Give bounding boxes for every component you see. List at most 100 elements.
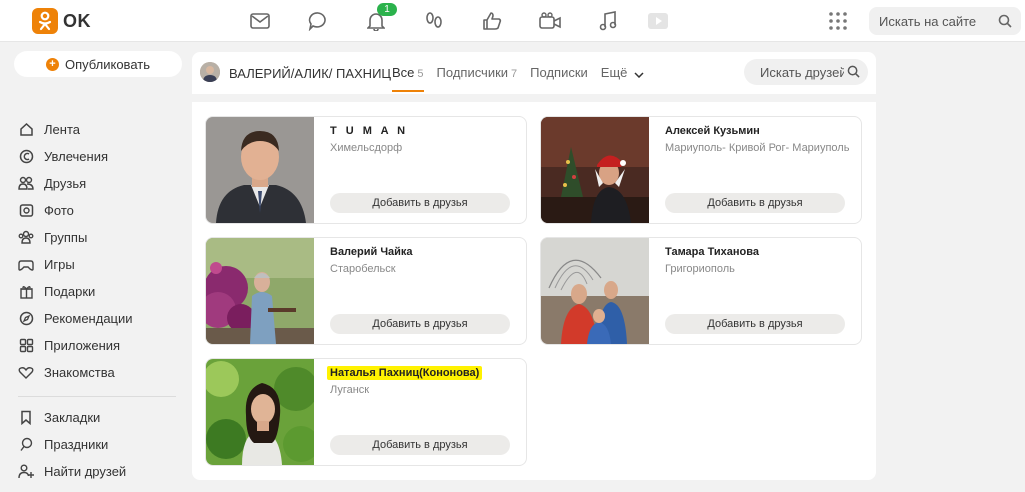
compass-icon <box>18 311 34 327</box>
sidebar-item-label: Подарки <box>44 284 96 299</box>
sidebar-item-groups[interactable]: Группы <box>18 224 188 251</box>
friend-photo[interactable] <box>206 359 314 465</box>
sidebar-item-label: Праздники <box>44 437 109 452</box>
friend-name[interactable]: Алексей Кузьмин <box>665 125 760 137</box>
mail-icon[interactable] <box>246 8 273 34</box>
groups-icon <box>18 230 34 246</box>
home-icon <box>18 122 34 138</box>
apps-grid-icon[interactable] <box>828 11 848 31</box>
sidebar-item-label: Лента <box>44 122 80 137</box>
sidebar-item-photo[interactable]: Фото <box>18 197 188 224</box>
site-search-input[interactable] <box>869 7 989 35</box>
sidebar-item-holidays[interactable]: Праздники <box>18 431 188 458</box>
bell-icon[interactable]: 1 <box>362 3 397 34</box>
sidebar-item-label: Игры <box>44 257 75 272</box>
bookmark-icon <box>18 410 34 426</box>
friends-tabs: Все 5 Подписчики 7 Подписки Ещё <box>392 65 657 92</box>
tab-label: Подписчики <box>436 65 509 80</box>
notification-badge: 1 <box>377 3 397 16</box>
sidebar-item-dating[interactable]: Знакомства <box>18 359 188 386</box>
friend-city: Луганск <box>330 384 370 396</box>
sidebar-item-hobbies[interactable]: Увлечения <box>18 143 188 170</box>
tab-label: Ещё <box>600 65 628 80</box>
music-icon[interactable] <box>594 8 621 34</box>
publish-label: Опубликовать <box>64 56 150 72</box>
friends-grid: T U M A N Химельсдорф Добавить в друзья … <box>192 102 876 480</box>
tab-subscribers[interactable]: Подписчики 7 <box>437 65 518 92</box>
friends-search <box>744 59 868 85</box>
friend-photo[interactable] <box>541 117 649 223</box>
logo-text: OK <box>63 10 91 31</box>
friend-city: Григориополь <box>665 263 735 275</box>
sidebar-item-recommendations[interactable]: Рекомендации <box>18 305 188 332</box>
friend-city: Мариуполь- Кривой Рог- Мариуполь <box>665 142 850 154</box>
friend-city: Старобельск <box>330 263 396 275</box>
sidebar-item-games[interactable]: Игры <box>18 251 188 278</box>
friend-city: Химельсдорф <box>330 142 403 154</box>
add-friend-button[interactable]: Добавить в друзья <box>330 193 510 213</box>
tab-count: 5 <box>417 68 424 80</box>
tab-subscriptions[interactable]: Подписки <box>530 65 588 92</box>
video-icon[interactable] <box>644 8 671 34</box>
sidebar-item-label: Закладки <box>44 410 101 425</box>
sidebar-item-label: Рекомендации <box>44 311 133 326</box>
balloon-icon <box>18 437 34 453</box>
search-icon[interactable] <box>998 14 1012 33</box>
top-nav: 1 <box>246 3 702 34</box>
friends-icon <box>18 176 34 192</box>
hobby-icon <box>18 149 34 165</box>
friend-name[interactable]: T U M A N <box>330 125 408 137</box>
footprints-icon[interactable] <box>420 8 447 34</box>
ok-logo-icon <box>32 8 58 34</box>
friends-search-input[interactable] <box>744 59 844 85</box>
friend-card: Тамара Тиханова Григориополь Добавить в … <box>540 237 862 345</box>
friend-photo[interactable] <box>206 117 314 223</box>
profile-header: ВАЛЕРИЙ/АЛИК/ ПАХНИЦ Все 5 Подписчики 7 По… <box>192 52 876 94</box>
tab-more[interactable]: Ещё <box>601 65 644 92</box>
add-friend-button[interactable]: Добавить в друзья <box>665 314 845 334</box>
sidebar-item-label: Найти друзей <box>44 464 127 479</box>
photo-icon <box>18 203 34 219</box>
friend-name[interactable]: Тамара Тиханова <box>665 246 759 258</box>
sidebar-item-friends[interactable]: Друзья <box>18 170 188 197</box>
add-friend-button[interactable]: Добавить в друзья <box>330 435 510 455</box>
profile-name[interactable]: ВАЛЕРИЙ/АЛИК/ ПАХНИЦ <box>229 66 391 81</box>
publish-button[interactable]: + Опубликовать <box>14 51 182 77</box>
site-search <box>869 7 1021 35</box>
camera-icon[interactable] <box>536 8 563 34</box>
chevron-down-icon <box>634 66 644 81</box>
logo[interactable]: OK <box>32 8 91 34</box>
sidebar-divider <box>18 396 176 397</box>
friend-card: Алексей Кузьмин Мариуполь- Кривой Рог- М… <box>540 116 862 224</box>
sidebar-item-feed[interactable]: Лента <box>18 116 188 143</box>
friend-card: Валерий Чайка Старобельск Добавить в дру… <box>205 237 527 345</box>
sidebar-item-find-friends[interactable]: Найти друзей <box>18 458 188 485</box>
friend-photo[interactable] <box>206 238 314 344</box>
top-bar: OK 1 <box>0 0 1025 42</box>
sidebar-item-label: Увлечения <box>44 149 109 164</box>
like-icon[interactable] <box>478 8 505 34</box>
add-friend-button[interactable]: Добавить в друзья <box>665 193 845 213</box>
add-friend-button[interactable]: Добавить в друзья <box>330 314 510 334</box>
friend-name[interactable]: Валерий Чайка <box>330 246 413 258</box>
sidebar-item-bookmarks[interactable]: Закладки <box>18 404 188 431</box>
friend-card: Наталья Пахниц(Кононова) Луганск Добавит… <box>205 358 527 466</box>
sidebar-item-label: Друзья <box>44 176 87 191</box>
sidebar-item-apps[interactable]: Приложения <box>18 332 188 359</box>
gamepad-icon <box>18 257 34 273</box>
friend-name[interactable]: Наталья Пахниц(Кононова) <box>327 366 483 380</box>
sidebar-item-label: Приложения <box>44 338 121 353</box>
avatar[interactable] <box>200 62 220 82</box>
sidebar-item-gifts[interactable]: Подарки <box>18 278 188 305</box>
tab-label: Все <box>392 65 415 80</box>
hearts-icon <box>18 365 34 381</box>
tab-all[interactable]: Все 5 <box>392 65 424 92</box>
tab-count: 7 <box>511 68 518 80</box>
plus-icon: + <box>45 57 59 71</box>
tab-label: Подписки <box>530 65 588 80</box>
apps-icon <box>18 338 34 354</box>
sidebar-item-label: Фото <box>44 203 74 218</box>
search-icon[interactable] <box>847 65 860 83</box>
friend-photo[interactable] <box>541 238 649 344</box>
chat-icon[interactable] <box>304 8 331 34</box>
